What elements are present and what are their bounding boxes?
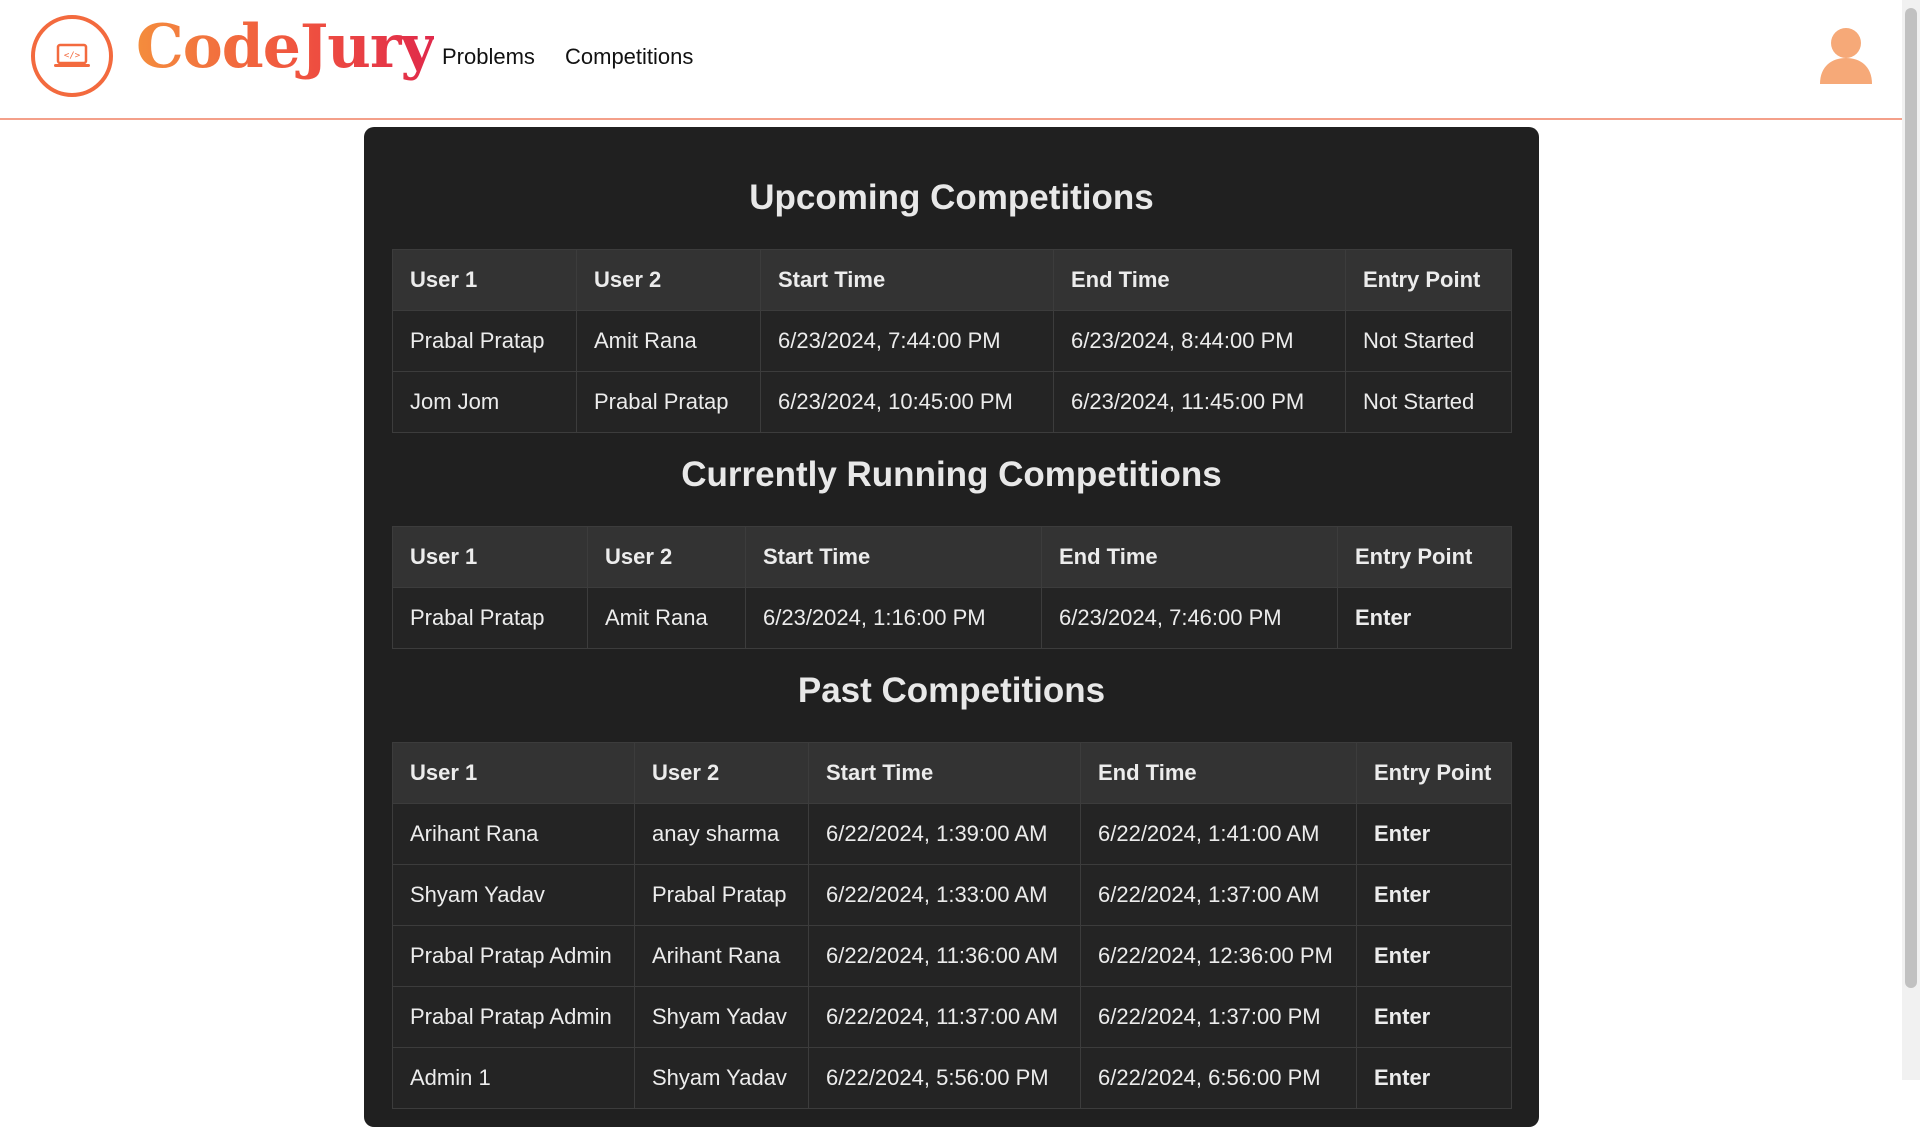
user-avatar-icon[interactable]: [1818, 26, 1874, 86]
upcoming-table: User 1 User 2 Start Time End Time Entry …: [392, 249, 1512, 433]
end-time-cell: 6/23/2024, 8:44:00 PM: [1053, 310, 1346, 372]
header-end-time: End Time: [1053, 249, 1346, 311]
end-time-cell: 6/22/2024, 1:41:00 AM: [1080, 803, 1357, 865]
scrollbar-thumb[interactable]: [1905, 8, 1917, 988]
user2-cell: Prabal Pratap: [576, 371, 761, 433]
user1-cell: Prabal Pratap: [392, 587, 588, 649]
start-time-cell: 6/22/2024, 11:36:00 AM: [808, 925, 1081, 987]
header-entry-point: Entry Point: [1356, 742, 1512, 804]
table-row: Prabal Pratap Admin Shyam Yadav 6/22/202…: [392, 986, 1512, 1048]
user2-cell: Amit Rana: [587, 587, 746, 649]
user1-cell: Prabal Pratap Admin: [392, 986, 635, 1048]
user2-cell: Arihant Rana: [634, 925, 809, 987]
user2-cell: Prabal Pratap: [634, 864, 809, 926]
start-time-cell: 6/23/2024, 1:16:00 PM: [745, 587, 1042, 649]
top-navbar: </> CodeJury Problems Competitions: [0, 0, 1902, 120]
nav-problems-link[interactable]: Problems: [442, 44, 535, 70]
enter-link[interactable]: Enter: [1356, 803, 1512, 865]
upcoming-title: Upcoming Competitions: [749, 178, 1154, 217]
entry-status-cell: Not Started: [1345, 371, 1512, 433]
user2-cell: anay sharma: [634, 803, 809, 865]
entry-status-cell: Not Started: [1345, 310, 1512, 372]
start-time-cell: 6/23/2024, 7:44:00 PM: [760, 310, 1054, 372]
header-entry-point: Entry Point: [1345, 249, 1512, 311]
user2-cell: Shyam Yadav: [634, 986, 809, 1048]
start-time-cell: 6/22/2024, 5:56:00 PM: [808, 1047, 1081, 1109]
brand-logo-text[interactable]: CodeJury: [136, 12, 435, 82]
end-time-cell: 6/22/2024, 12:36:00 PM: [1080, 925, 1357, 987]
header-user2: User 2: [634, 742, 809, 804]
user1-cell: Shyam Yadav: [392, 864, 635, 926]
user1-cell: Prabal Pratap Admin: [392, 925, 635, 987]
enter-link[interactable]: Enter: [1356, 986, 1512, 1048]
user2-cell: Shyam Yadav: [634, 1047, 809, 1109]
start-time-cell: 6/22/2024, 11:37:00 AM: [808, 986, 1081, 1048]
header-end-time: End Time: [1041, 526, 1338, 588]
table-header-row: User 1 User 2 Start Time End Time Entry …: [392, 526, 1512, 588]
user1-cell: Arihant Rana: [392, 803, 635, 865]
user1-cell: Admin 1: [392, 1047, 635, 1109]
end-time-cell: 6/22/2024, 1:37:00 PM: [1080, 986, 1357, 1048]
table-row: Prabal Pratap Amit Rana 6/23/2024, 7:44:…: [392, 310, 1512, 372]
user2-cell: Amit Rana: [576, 310, 761, 372]
header-start-time: Start Time: [808, 742, 1081, 804]
table-row: Arihant Rana anay sharma 6/22/2024, 1:39…: [392, 803, 1512, 865]
table-row: Admin 1 Shyam Yadav 6/22/2024, 5:56:00 P…: [392, 1047, 1512, 1109]
past-title: Past Competitions: [797, 671, 1106, 710]
running-title: Currently Running Competitions: [681, 455, 1222, 494]
end-time-cell: 6/23/2024, 11:45:00 PM: [1053, 371, 1346, 433]
start-time-cell: 6/23/2024, 10:45:00 PM: [760, 371, 1054, 433]
header-end-time: End Time: [1080, 742, 1357, 804]
table-row: Shyam Yadav Prabal Pratap 6/22/2024, 1:3…: [392, 864, 1512, 926]
start-time-cell: 6/22/2024, 1:33:00 AM: [808, 864, 1081, 926]
table-header-row: User 1 User 2 Start Time End Time Entry …: [392, 742, 1512, 804]
past-table: User 1 User 2 Start Time End Time Entry …: [392, 742, 1512, 1109]
logo-laptop-icon[interactable]: </>: [31, 15, 113, 97]
table-row: Prabal Pratap Amit Rana 6/23/2024, 1:16:…: [392, 587, 1512, 649]
header-start-time: Start Time: [745, 526, 1042, 588]
user1-cell: Prabal Pratap: [392, 310, 577, 372]
table-header-row: User 1 User 2 Start Time End Time Entry …: [392, 249, 1512, 311]
table-row: Prabal Pratap Admin Arihant Rana 6/22/20…: [392, 925, 1512, 987]
header-entry-point: Entry Point: [1337, 526, 1512, 588]
enter-link[interactable]: Enter: [1356, 864, 1512, 926]
header-user2: User 2: [587, 526, 746, 588]
enter-link[interactable]: Enter: [1356, 1047, 1512, 1109]
header-user1: User 1: [392, 742, 635, 804]
header-start-time: Start Time: [760, 249, 1054, 311]
header-user2: User 2: [576, 249, 761, 311]
enter-link[interactable]: Enter: [1356, 925, 1512, 987]
page-scrollbar[interactable]: [1902, 0, 1920, 1080]
user1-cell: Jom Jom: [392, 371, 577, 433]
start-time-cell: 6/22/2024, 1:39:00 AM: [808, 803, 1081, 865]
header-user1: User 1: [392, 249, 577, 311]
svg-text:</>: </>: [64, 51, 81, 61]
competitions-panel: Upcoming Competitions User 1 User 2 Star…: [364, 127, 1539, 1127]
enter-link[interactable]: Enter: [1337, 587, 1512, 649]
running-table: User 1 User 2 Start Time End Time Entry …: [392, 526, 1512, 649]
end-time-cell: 6/22/2024, 1:37:00 AM: [1080, 864, 1357, 926]
nav-competitions-link[interactable]: Competitions: [565, 44, 693, 70]
header-user1: User 1: [392, 526, 588, 588]
end-time-cell: 6/22/2024, 6:56:00 PM: [1080, 1047, 1357, 1109]
table-row: Jom Jom Prabal Pratap 6/23/2024, 10:45:0…: [392, 371, 1512, 433]
end-time-cell: 6/23/2024, 7:46:00 PM: [1041, 587, 1338, 649]
